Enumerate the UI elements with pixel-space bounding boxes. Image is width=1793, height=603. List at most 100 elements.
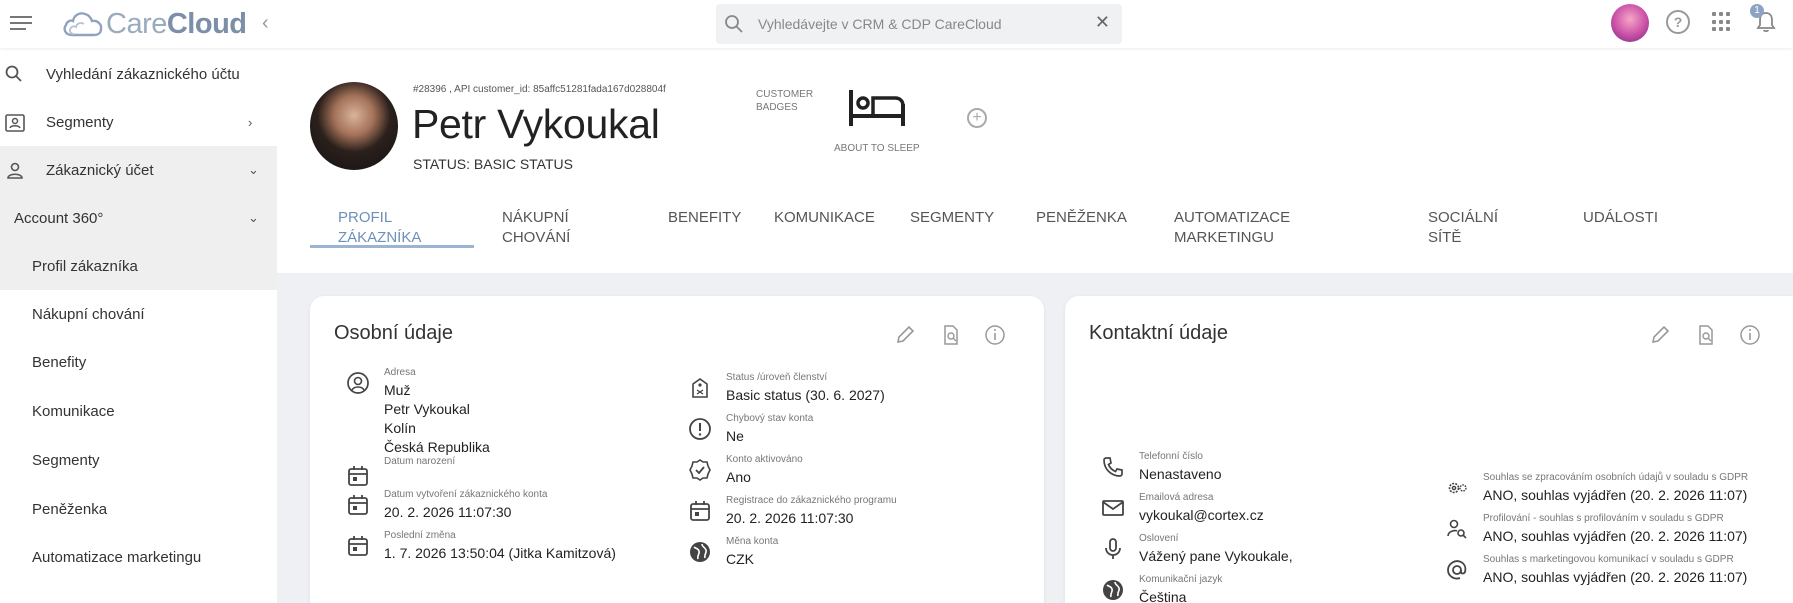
brand-care: Care <box>106 7 167 40</box>
sidebar-item-wallet[interactable]: Peněženka <box>0 485 277 533</box>
edit-pencil-icon[interactable] <box>1649 324 1671 346</box>
field-label: Datum vytvoření zákaznického konta <box>384 489 548 500</box>
sidebar-item-label: Vyhledání zákaznického účtu <box>46 65 240 83</box>
field-label: Emailová adresa <box>1139 492 1214 503</box>
field-label: Profilování - souhlas s profilováním v s… <box>1483 513 1724 524</box>
phone-icon <box>1103 457 1123 477</box>
verified-badge-icon <box>689 459 711 481</box>
chevron-down-icon: ⌄ <box>248 210 259 225</box>
field-value: vykoukal@cortex.cz <box>1139 507 1264 523</box>
calendar-icon <box>348 466 368 486</box>
field-value: 20. 2. 2026 11:07:30 <box>726 510 854 526</box>
sidebar-item-label: Benefity <box>32 353 87 371</box>
badges-label-line: BADGES <box>756 102 798 113</box>
notification-count-badge: 1 <box>1750 4 1764 18</box>
sidebar-item-label: Segmenty <box>46 113 114 131</box>
address-line: Petr Vykoukal <box>384 401 470 417</box>
sidebar: Vyhledání zákaznického účtu Segmenty › Z… <box>0 48 277 603</box>
field-label: Poslední změna <box>384 530 456 541</box>
sidebar-item-label: Segmenty <box>32 451 100 469</box>
customer-status: STATUS: BASIC STATUS <box>413 156 573 172</box>
menu-icon[interactable] <box>10 12 32 34</box>
customer-id: #28396 , API customer_id: 85affc51281fad… <box>413 84 666 95</box>
field-label: Souhlas s marketingovou komunikací v sou… <box>1483 554 1734 565</box>
person-icon <box>7 162 23 179</box>
help-icon[interactable]: ? <box>1666 10 1690 34</box>
card-title: Osobní údaje <box>334 322 453 344</box>
field-label: Měna konta <box>726 536 779 547</box>
customer-photo <box>310 82 398 170</box>
sidebar-item-communication[interactable]: Komunikace <box>0 387 277 435</box>
tab-wallet[interactable]: PENĚŽENKA <box>1008 208 1146 248</box>
sidebar-item-customer-account[interactable]: Zákaznický účet ⌄ <box>0 146 277 194</box>
field-value: ANO, souhlas vyjádřen (20. 2. 2026 11:07… <box>1483 569 1748 585</box>
microphone-icon <box>1105 538 1121 559</box>
info-icon[interactable] <box>1739 324 1761 346</box>
tab-benefits[interactable]: BENEFITY <box>640 208 746 248</box>
user-avatar[interactable] <box>1611 4 1649 42</box>
sidebar-item-label: Automatizace marketingu <box>32 548 202 566</box>
calendar-icon <box>690 501 710 521</box>
field-value: CZK <box>726 551 754 567</box>
document-search-icon[interactable] <box>940 324 962 346</box>
sidebar-item-label: Komunikace <box>32 402 115 420</box>
search-icon <box>725 15 743 33</box>
at-sign-icon <box>1447 560 1467 580</box>
search-icon <box>5 65 22 82</box>
card-toolbar <box>894 324 1014 346</box>
apps-grid-icon[interactable] <box>1712 12 1732 32</box>
search-input[interactable] <box>758 12 1078 36</box>
badges-label-line: CUSTOMER <box>756 89 814 100</box>
sidebar-item-purchase-behavior[interactable]: Nákupní chování <box>0 290 277 338</box>
globe-icon <box>690 542 710 562</box>
contact-info-card: Kontaktní údaje Telefonní číslo Nenastav… <box>1065 296 1793 603</box>
customer-name: Petr Vykoukal <box>412 101 660 147</box>
tab-events[interactable]: UDÁLOSTI <box>1555 208 1685 248</box>
sidebar-item-segments[interactable]: Segmenty › <box>0 98 277 146</box>
sidebar-item-marketing-automation[interactable]: Automatizace marketingu <box>0 533 277 581</box>
document-search-icon[interactable] <box>1695 324 1717 346</box>
field-label: Adresa <box>384 367 416 378</box>
address-line: Česká Republika <box>384 439 490 455</box>
tab-social-networks[interactable]: SOCIÁLNÍ SÍTĚ <box>1400 208 1555 248</box>
tab-marketing-automation[interactable]: AUTOMATIZACE MARKETINGU <box>1146 208 1400 248</box>
sidebar-item-label: Profil zákazníka <box>32 257 138 275</box>
bed-icon[interactable] <box>847 86 907 130</box>
tab-purchase-behavior[interactable]: NÁKUPNÍ CHOVÁNÍ <box>474 208 640 248</box>
globe-icon <box>1103 580 1123 600</box>
field-value: ANO, souhlas vyjádřen (20. 2. 2026 11:07… <box>1483 528 1748 544</box>
mail-icon <box>1102 500 1124 516</box>
segments-icon <box>5 114 25 132</box>
carecloud-logo[interactable]: CareCloud <box>62 6 247 42</box>
card-toolbar <box>1649 324 1769 346</box>
tab-customer-profile[interactable]: PROFIL ZÁKAZNÍKA <box>310 208 474 248</box>
field-value: Vážený pane Vykoukale, <box>1139 548 1293 564</box>
brand-cloud: Cloud <box>166 7 247 40</box>
edit-pencil-icon[interactable] <box>894 324 916 346</box>
clear-search-icon[interactable]: ✕ <box>1095 12 1110 33</box>
field-value: Čeština <box>1139 589 1187 603</box>
info-icon[interactable] <box>984 324 1006 346</box>
tab-segments[interactable]: SEGMENTY <box>882 208 1008 248</box>
field-value: Ne <box>726 428 744 444</box>
sidebar-item-customer-profile[interactable]: Profil zákazníka <box>0 242 277 290</box>
field-value: ANO, souhlas vyjádřen (20. 2. 2026 11:07… <box>1483 487 1748 503</box>
collapse-sidebar-icon[interactable]: ‹ <box>262 12 269 35</box>
sidebar-item-benefits[interactable]: Benefity <box>0 338 277 386</box>
sidebar-item-segments-sub[interactable]: Segmenty <box>0 436 277 484</box>
alert-circle-icon <box>689 418 711 440</box>
sidebar-item-customer-search[interactable]: Vyhledání zákaznického účtu <box>0 50 277 98</box>
sidebar-item-account-360[interactable]: Account 360° ⌄ <box>0 194 277 242</box>
field-value: Nenastaveno <box>1139 466 1222 482</box>
address-line: Muž <box>384 382 411 398</box>
calendar-icon <box>348 495 368 515</box>
address-line: Kolín <box>384 420 416 436</box>
add-badge-icon[interactable]: + <box>967 108 987 128</box>
field-label: Oslovení <box>1139 533 1179 544</box>
field-value: Ano <box>726 469 751 485</box>
top-bar: CareCloud ‹ ✕ ? 1 <box>0 0 1793 48</box>
tab-communication[interactable]: KOMUNIKACE <box>746 208 882 248</box>
membership-tag-icon <box>692 378 708 398</box>
global-search: ✕ <box>716 4 1122 44</box>
profile-tabs: PROFIL ZÁKAZNÍKA NÁKUPNÍ CHOVÁNÍ BENEFIT… <box>310 208 1793 248</box>
